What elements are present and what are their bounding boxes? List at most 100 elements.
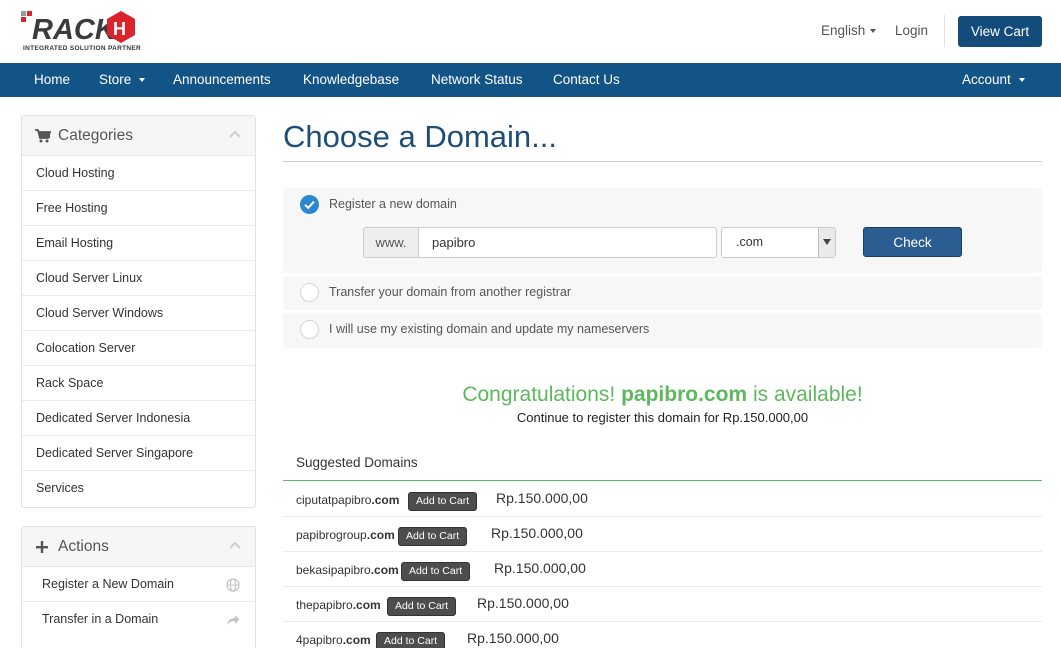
domain-sld: 4papibro [296,633,343,647]
register-radio[interactable] [300,195,319,214]
availability-message: Congratulations! papibro.com is availabl… [283,383,1042,407]
caret-down-icon [1018,78,1025,83]
add-to-cart-button[interactable]: Add to Cart [408,492,478,511]
title-divider [283,161,1042,162]
congrats-suffix: is available! [752,383,863,406]
categories-title: Categories [58,127,133,144]
nav-knowledgebase[interactable]: Knowledgebase [303,63,399,97]
suggested-domain-row: ciputatpapibro.com Add to Cart Rp.150.00… [283,482,1042,517]
nav-network-status[interactable]: Network Status [431,63,523,97]
domain-price: Rp.150.000,00 [467,630,559,646]
chevron-up-icon[interactable] [229,541,241,549]
transfer-domain-option[interactable]: Transfer your domain from another regist… [283,276,1042,310]
shopping-cart-icon [35,129,51,143]
language-dropdown[interactable]: English [821,23,877,38]
actions-panel-header[interactable]: Actions [22,527,255,567]
domain-price: Rp.150.000,00 [491,525,583,541]
domain-sld: thepapibro [296,598,353,612]
category-label: Cloud Server Windows [36,306,164,320]
categories-panel-header[interactable]: Categories [22,116,255,156]
nav-account[interactable]: Account [962,63,1025,97]
chevron-up-icon[interactable] [229,130,241,138]
category-label: Services [36,481,84,495]
continue-price-text: Continue to register this domain for Rp.… [516,410,809,425]
action-transfer-domain[interactable]: Transfer in a Domain [22,602,255,637]
add-to-cart-button[interactable]: Add to Cart [401,562,471,581]
category-item-dedicated-server-singapore[interactable]: Dedicated Server Singapore [22,436,255,471]
nav-contact-us[interactable]: Contact Us [553,63,620,97]
category-label: Colocation Server [36,341,136,355]
nav-account-label: Account [962,72,1011,87]
suggested-domain-name: ciputatpapibro.com [296,493,399,507]
category-item-cloud-server-linux[interactable]: Cloud Server Linux [22,261,255,296]
site-header: RACK H INTEGRATED SOLUTION PARTNER Engli… [0,0,1061,63]
category-item-colocation-server[interactable]: Colocation Server [22,331,255,366]
main-navbar: Home Store Announcements Knowledgebase N… [0,63,1061,97]
category-item-free-hosting[interactable]: Free Hosting [22,191,255,226]
category-item-dedicated-server-indonesia[interactable]: Dedicated Server Indonesia [22,401,255,436]
transfer-option-label: Transfer your domain from another regist… [329,285,571,299]
category-item-rack-space[interactable]: Rack Space [22,366,255,401]
check-button[interactable]: Check [863,227,962,257]
categories-panel: Categories Cloud Hosting Free Hosting Em… [21,115,256,508]
domain-price: Rp.150.000,00 [496,490,588,506]
domain-price: Rp.150.000,00 [477,595,569,611]
nav-store[interactable]: Store [99,63,146,97]
existing-radio[interactable] [300,320,319,339]
category-item-email-hosting[interactable]: Email Hosting [22,226,255,261]
category-label: Cloud Server Linux [36,271,143,285]
domain-tld: .com [371,493,400,507]
login-link[interactable]: Login [895,23,928,38]
register-domain-option[interactable]: Register a new domain www. papibro .com … [283,188,1042,273]
available-domain: papibro.com [621,383,748,406]
add-to-cart-button[interactable]: Add to Cart [398,527,468,546]
nav-home[interactable]: Home [34,63,70,97]
transfer-radio[interactable] [300,283,319,302]
domain-price: Rp.150.000,00 [494,560,586,576]
suggested-domain-name: thepapibro.com [296,598,381,612]
suggested-domain-name: bekasipapibro.com [296,563,399,577]
category-item-services[interactable]: Services [22,471,255,506]
suggested-domains-title: Suggested Domains [296,455,418,470]
domain-tld: .com [352,598,381,612]
suggested-domain-row: 4papibro.com Add to Cart Rp.150.000,00 [283,622,1042,648]
svg-text:H: H [113,19,126,39]
action-register-new-domain[interactable]: Register a New Domain [22,567,255,602]
header-divider [944,15,945,47]
domain-tld: .com [342,633,371,647]
category-label: Rack Space [36,376,104,390]
existing-option-label: I will use my existing domain and update… [329,322,650,336]
action-label: Transfer in a Domain [42,612,159,626]
category-label: Dedicated Server Indonesia [36,411,191,425]
domain-tld: .com [366,528,395,542]
domain-search-input[interactable]: papibro [418,227,717,258]
domain-sld: papibrogroup [296,528,367,542]
actions-title: Actions [58,538,109,555]
actions-panel: Actions Register a New Domain Transfer i… [21,526,256,648]
language-label: English [821,23,866,38]
suggested-domains-header: Suggested Domains [283,447,1042,481]
add-to-cart-button[interactable]: Add to Cart [376,632,446,648]
suggested-domain-name: papibrogroup.com [296,528,395,542]
globe-icon [226,578,240,592]
caret-down-icon [870,29,877,34]
page-title: Choose a Domain... [283,119,557,154]
category-item-cloud-server-windows[interactable]: Cloud Server Windows [22,296,255,331]
tld-selected-value: .com [736,235,764,249]
svg-text:RACK: RACK [32,14,118,43]
existing-domain-option[interactable]: I will use my existing domain and update… [283,313,1042,348]
category-item-cloud-hosting[interactable]: Cloud Hosting [22,156,255,191]
nav-announcements[interactable]: Announcements [173,63,271,97]
logo-tagline: INTEGRATED SOLUTION PARTNER [23,45,141,52]
nav-store-label: Store [99,72,132,87]
rackh-logo[interactable]: RACK H INTEGRATED SOLUTION PARTNER [21,9,141,55]
add-to-cart-button[interactable]: Add to Cart [387,597,457,616]
select-arrow-icon[interactable] [818,228,835,257]
suggested-domain-name: 4papibro.com [296,633,371,647]
tld-select[interactable]: .com [721,227,836,258]
domain-tld: .com [370,563,399,577]
domain-sld: bekasipapibro [296,563,371,577]
www-prefix: www. [363,227,418,258]
view-cart-button[interactable]: View Cart [958,16,1042,47]
congrats-prefix: Congratulations! [462,383,616,406]
